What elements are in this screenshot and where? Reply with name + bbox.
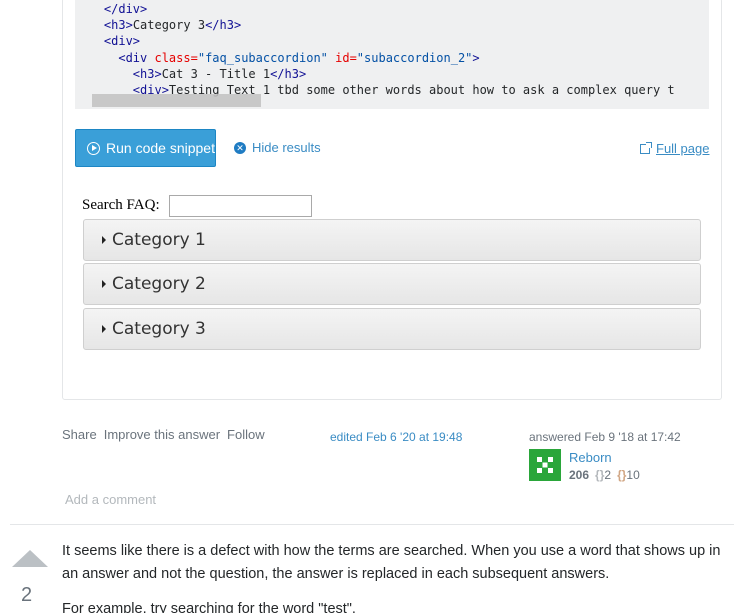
code-scrollbar[interactable] [92, 94, 261, 107]
code-token: </div> [103, 2, 148, 16]
user-stats: 206 {}2 {}10 [569, 468, 640, 482]
answer-body: It seems like there is a defect with how… [62, 540, 722, 613]
identicon-icon [537, 457, 553, 473]
search-faq-input[interactable] [169, 195, 312, 217]
edited-timestamp-link[interactable]: edited Feb 6 '20 at 19:48 [330, 430, 462, 444]
code-token: <h3> [103, 18, 133, 33]
code-token: id= [327, 50, 357, 65]
category-label: Category 2 [112, 274, 206, 294]
code-token: "subaccordion_2" [356, 50, 473, 65]
search-faq-label: Search FAQ: [82, 197, 160, 213]
bronze-badge-icon: {} [617, 468, 627, 482]
user-name-link[interactable]: Reborn [569, 450, 612, 465]
improve-answer-link[interactable]: Improve this answer [104, 427, 220, 442]
answer-paragraph: It seems like there is a defect with how… [62, 543, 721, 582]
reputation-score: 206 [569, 468, 590, 482]
answer-separator [10, 524, 734, 525]
code-token: </h3> [270, 66, 307, 81]
category-2-header[interactable]: Category 2 [83, 263, 701, 305]
category-3-header[interactable]: Category 3 [83, 308, 701, 350]
code-line: </div> [75, 1, 709, 17]
silver-badge-icon: {} [595, 468, 605, 482]
code-token: </h3> [205, 18, 242, 33]
code-block[interactable]: </div> <h3>Category 3</h3> <div> <div cl… [75, 0, 709, 109]
code-token: "faq_subaccordion" [197, 50, 328, 65]
category-1-header[interactable]: Category 1 [83, 219, 701, 261]
answer-paragraph: For example, try searching for the word … [62, 601, 356, 613]
caret-right-icon [102, 236, 106, 244]
answered-timestamp: answered Feb 9 '18 at 17:42 [529, 430, 681, 444]
code-line: <h3>Category 3</h3> [75, 17, 709, 33]
silver-badge: {}2 [595, 468, 611, 482]
avatar[interactable] [529, 449, 561, 481]
code-token: <h3> [132, 66, 162, 81]
silver-badge-count: 2 [604, 468, 612, 482]
run-button-label: Run code snippet [106, 140, 215, 156]
full-page-link[interactable]: Full page [640, 141, 709, 156]
hide-results-label: Hide results [252, 140, 321, 155]
caret-right-icon [102, 325, 106, 333]
close-circle-icon: ✕ [234, 141, 246, 154]
code-token: <div> [103, 34, 141, 49]
add-comment-link[interactable]: Add a comment [65, 492, 156, 507]
category-label: Category 3 [112, 319, 206, 339]
upvote-arrow-icon[interactable] [12, 550, 48, 567]
code-token: Category 3 [132, 18, 206, 33]
vote-count: 2 [21, 584, 33, 606]
code-token: class= [154, 50, 198, 65]
run-code-snippet-button[interactable]: Run code snippet [75, 129, 216, 167]
bronze-badge-count: 10 [626, 468, 640, 482]
external-link-icon [640, 141, 652, 154]
code-line: <div> [75, 33, 709, 49]
post-menu: Share Improve this answer Follow [62, 427, 265, 442]
full-page-label: Full page [656, 141, 710, 156]
code-token: > [472, 50, 480, 65]
code-line: <h3>Cat 3 - Title 1</h3> [75, 66, 709, 82]
code-token: <div [118, 50, 155, 65]
follow-link[interactable]: Follow [227, 427, 265, 442]
caret-right-icon [102, 280, 106, 288]
share-link[interactable]: Share [62, 427, 97, 442]
hide-results-link[interactable]: ✕ Hide results [234, 140, 321, 155]
code-token: Cat 3 - Title 1 [161, 66, 271, 81]
bronze-badge: {}10 [617, 468, 640, 482]
category-label: Category 1 [112, 230, 206, 250]
code-line: <div class="faq_subaccordion" id="subacc… [75, 50, 709, 66]
play-icon [87, 141, 100, 155]
